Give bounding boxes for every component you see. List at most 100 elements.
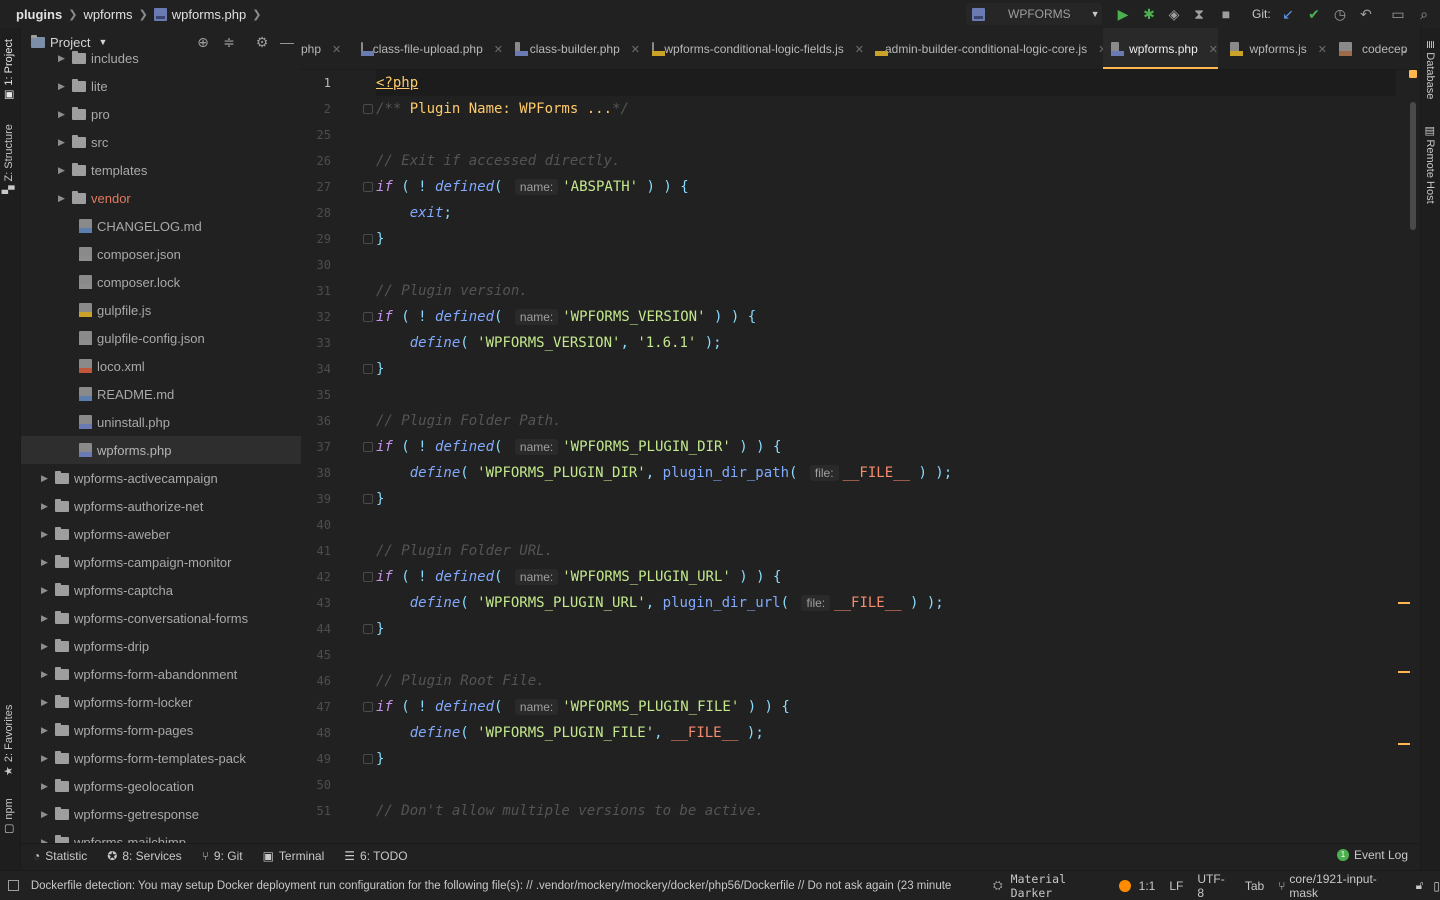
tree-folder[interactable]: ▶ wpforms-activecampaign xyxy=(21,464,301,492)
tab-php[interactable]: php ✕ xyxy=(301,28,349,69)
tree-file[interactable]: gulpfile.js xyxy=(21,296,301,324)
breadcrumb-item-file[interactable]: wpforms.php xyxy=(172,7,246,22)
fold-marker-icon[interactable] xyxy=(363,754,373,764)
fold-marker-icon[interactable] xyxy=(363,104,373,114)
chevron-right-icon[interactable]: ▶ xyxy=(58,193,72,204)
chevron-right-icon[interactable]: ▶ xyxy=(58,81,72,92)
tool-window-statistic[interactable]: ◔ Statistic xyxy=(33,849,87,863)
theme-name[interactable]: Material Darker xyxy=(1011,872,1113,900)
event-log-button[interactable]: 1 Event Log xyxy=(1336,848,1408,862)
tree-folder[interactable]: ▶ wpforms-geolocation xyxy=(21,772,301,800)
coverage-icon[interactable]: ◈ xyxy=(1166,6,1182,22)
tree-folder[interactable]: ▶ wpforms-form-pages xyxy=(21,716,301,744)
tab-admin-builder-conditional-logic-core-js[interactable]: admin-builder-conditional-logic-core.js✕ xyxy=(867,28,1107,69)
fold-marker-icon[interactable] xyxy=(363,182,373,192)
tab-wpforms-php[interactable]: wpforms.php ✕ xyxy=(1103,28,1218,69)
warning-marker[interactable] xyxy=(1398,602,1410,604)
tool-window-terminal[interactable]: ▣ Terminal xyxy=(263,849,325,863)
tree-folder[interactable]: ▶ vendor xyxy=(21,184,301,212)
chevron-right-icon[interactable]: ▶ xyxy=(41,613,55,624)
fold-marker-icon[interactable] xyxy=(363,442,373,452)
tree-folder[interactable]: ▶ wpforms-campaign-monitor xyxy=(21,548,301,576)
file-encoding[interactable]: UTF-8 xyxy=(1197,872,1230,900)
breadcrumb-item-wpforms[interactable]: wpforms xyxy=(83,7,132,22)
search-icon[interactable]: ⌕ xyxy=(1416,6,1432,22)
chevron-right-icon[interactable]: ▶ xyxy=(41,501,55,512)
tool-window-structure[interactable]: ▚ Z: Structure xyxy=(2,124,16,194)
profile-icon[interactable]: ⧗ xyxy=(1191,6,1207,22)
indent-setting[interactable]: Tab xyxy=(1245,879,1264,893)
fold-marker-icon[interactable] xyxy=(363,624,373,634)
chevron-right-icon[interactable]: ▶ xyxy=(58,165,72,176)
git-commit-icon[interactable]: ✔ xyxy=(1306,6,1322,22)
lock-icon[interactable]: 🔓︎ xyxy=(1416,878,1424,893)
tree-folder[interactable]: ▶ wpforms-mailchimp xyxy=(21,828,301,843)
chevron-right-icon[interactable]: ▶ xyxy=(58,137,72,148)
inspection-status-icon[interactable] xyxy=(1409,70,1417,78)
tool-window-6-todo[interactable]: ☰ 6: TODO xyxy=(344,849,407,863)
chevron-right-icon[interactable]: ▶ xyxy=(41,725,55,736)
tree-file[interactable]: composer.json xyxy=(21,240,301,268)
tree-folder[interactable]: ▶ wpforms-form-templates-pack xyxy=(21,744,301,772)
tree-folder[interactable]: ▶ src xyxy=(21,128,301,156)
tool-window-9-git[interactable]: ⑂ 9: Git xyxy=(202,849,243,863)
chevron-right-icon[interactable]: ▶ xyxy=(58,53,72,64)
tree-file[interactable]: loco.xml xyxy=(21,352,301,380)
fold-marker-icon[interactable] xyxy=(363,494,373,504)
tool-window-database[interactable]: ≣ Database xyxy=(1424,40,1437,99)
tree-folder[interactable]: ▶ wpforms-authorize-net xyxy=(21,492,301,520)
vcs-branch[interactable]: core/1921-input-mask xyxy=(1289,872,1403,900)
tree-file[interactable]: wpforms.php xyxy=(21,436,301,464)
tab-wpforms-js[interactable]: wpforms.js ✕ xyxy=(1222,28,1327,69)
tool-window-favorites[interactable]: ★ 2: Favorites xyxy=(2,705,16,776)
rollback-icon[interactable]: ↶ xyxy=(1358,6,1374,22)
tree-folder[interactable]: ▶ lite xyxy=(21,72,301,100)
tab-class-builder-php[interactable]: class-builder.php ✕ xyxy=(507,28,640,69)
tree-folder[interactable]: ▶ pro xyxy=(21,100,301,128)
close-icon[interactable]: ✕ xyxy=(1318,43,1327,56)
tree-file[interactable]: CHANGELOG.md xyxy=(21,212,301,240)
tree-file[interactable]: gulpfile-config.json xyxy=(21,324,301,352)
history-icon[interactable]: ◷ xyxy=(1332,6,1348,22)
close-icon[interactable]: ✕ xyxy=(855,43,864,56)
tree-folder[interactable]: ▶ wpforms-form-locker xyxy=(21,688,301,716)
tree-folder[interactable]: ▶ includes xyxy=(21,44,301,72)
tree-folder[interactable]: ▶ wpforms-conversational-forms xyxy=(21,604,301,632)
tree-folder[interactable]: ▶ templates xyxy=(21,156,301,184)
tool-window-8-services[interactable]: ✪ 8: Services xyxy=(107,849,181,863)
tree-file[interactable]: README.md xyxy=(21,380,301,408)
status-message[interactable]: Dockerfile detection: You may setup Dock… xyxy=(31,880,951,892)
editor-scrollbar[interactable] xyxy=(1396,70,1420,822)
stop-icon[interactable]: ■ xyxy=(1218,6,1234,22)
tree-file[interactable]: uninstall.php xyxy=(21,408,301,436)
close-icon[interactable]: ✕ xyxy=(332,43,341,56)
tree-file[interactable]: composer.lock xyxy=(21,268,301,296)
chevron-right-icon[interactable]: ▶ xyxy=(41,753,55,764)
fold-marker-icon[interactable] xyxy=(363,234,373,244)
debug-icon[interactable]: ✱ xyxy=(1141,6,1157,22)
breadcrumb-item-plugins[interactable]: plugins xyxy=(16,7,62,22)
close-icon[interactable]: ✕ xyxy=(494,43,503,56)
chevron-right-icon[interactable]: ▶ xyxy=(41,473,55,484)
tree-folder[interactable]: ▶ wpforms-drip xyxy=(21,632,301,660)
run-config-selector[interactable]: WPFORMS ▼ xyxy=(966,3,1102,25)
chevron-right-icon[interactable]: ▶ xyxy=(41,669,55,680)
close-icon[interactable]: ✕ xyxy=(631,43,640,56)
tree-folder[interactable]: ▶ wpforms-aweber xyxy=(21,520,301,548)
tool-window-npm[interactable]: ▢ npm xyxy=(2,798,16,834)
chevron-right-icon[interactable]: ▶ xyxy=(41,557,55,568)
chevron-right-icon[interactable]: ▶ xyxy=(58,109,72,120)
tree-folder[interactable]: ▶ wpforms-getresponse xyxy=(21,800,301,828)
fold-marker-icon[interactable] xyxy=(363,312,373,322)
close-icon[interactable]: ✕ xyxy=(1209,43,1218,56)
fold-marker-icon[interactable] xyxy=(363,364,373,374)
tree-folder[interactable]: ▶ wpforms-captcha xyxy=(21,576,301,604)
chevron-right-icon[interactable]: ▶ xyxy=(41,529,55,540)
chevron-right-icon[interactable]: ▶ xyxy=(41,781,55,792)
warning-marker[interactable] xyxy=(1398,671,1410,673)
line-separator[interactable]: LF xyxy=(1169,879,1183,893)
chevron-right-icon[interactable]: ▶ xyxy=(41,585,55,596)
tab-class-file-upload-php[interactable]: class-file-upload.php ✕ xyxy=(353,28,503,69)
memory-indicator-icon[interactable]: ▯ xyxy=(1433,879,1440,893)
chevron-right-icon[interactable]: ▶ xyxy=(41,697,55,708)
